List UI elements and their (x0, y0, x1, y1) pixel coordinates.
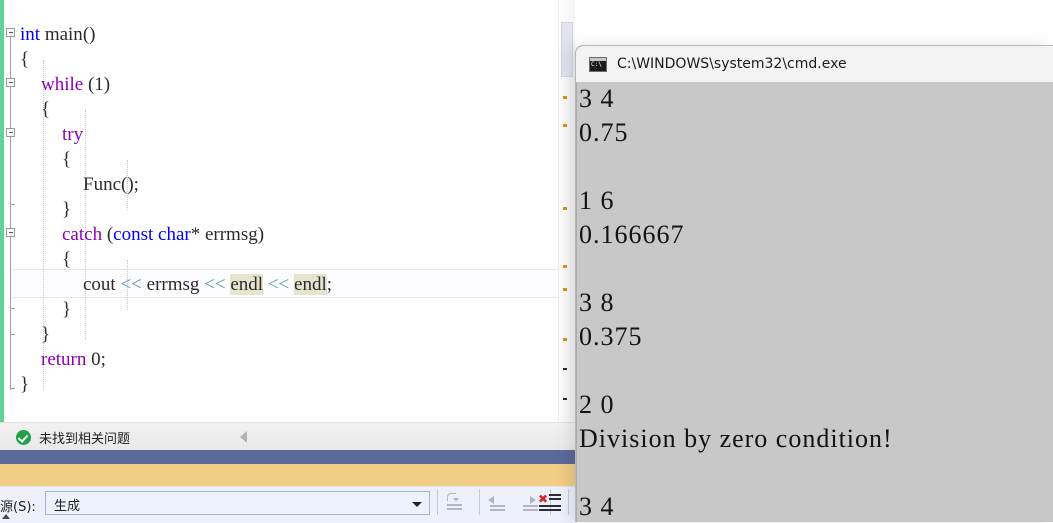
code-line[interactable]: { (41, 97, 50, 122)
line-glyphs (490, 505, 505, 513)
left-triangle-icon[interactable] (240, 431, 247, 443)
error-list-status-bar: 未找到相关问题 (0, 422, 575, 451)
code-token: { (62, 149, 72, 170)
previous-error-button[interactable] (484, 488, 512, 516)
scrollbar-marker (563, 288, 567, 291)
arrow-left-icon (488, 496, 494, 504)
code-token: endl (230, 274, 264, 295)
code-token: } (20, 374, 30, 395)
code-line[interactable]: } (62, 297, 71, 322)
show-output-from-build-button[interactable] (441, 488, 469, 516)
code-token: ( (83, 74, 95, 95)
code-token: ; (100, 349, 106, 370)
editor-vertical-scrollbar[interactable] (558, 0, 575, 422)
scrollbar-marker (563, 338, 567, 341)
code-line[interactable]: } (62, 197, 71, 222)
code-token: ) (103, 74, 111, 95)
code-token: try (62, 124, 84, 145)
cmd-title-bar[interactable]: C:\WINDOWS\system32\cmd.exe (576, 46, 1053, 83)
code-token: main (40, 24, 83, 45)
cmd-window-title: C:\WINDOWS\system32\cmd.exe (617, 56, 847, 72)
console-output-line: 0.375 (579, 322, 643, 351)
code-editor-surface[interactable]: int main(){while (1){try{Func();} catch (… (0, 0, 575, 422)
code-token: << (120, 274, 142, 295)
code-token: int (20, 24, 41, 45)
code-token: endl (294, 274, 327, 295)
code-token: while (41, 74, 84, 95)
code-token: { (41, 99, 51, 120)
code-line[interactable]: { (62, 147, 71, 172)
code-token: errmsg (141, 274, 205, 295)
red-x-icon: ✖ (538, 492, 549, 506)
code-line[interactable]: catch (const char* errmsg) (62, 222, 264, 247)
code-token: ( (102, 224, 114, 245)
code-token: (); (121, 174, 139, 195)
cmd-console-window[interactable]: C:\WINDOWS\system32\cmd.exe 3 4 0.75 1 6 0.… (575, 45, 1053, 522)
code-line[interactable]: { (20, 47, 29, 72)
source-dropdown[interactable]: 生成 (45, 491, 430, 515)
code-token: { (62, 249, 72, 270)
jump-to-line-icon (447, 493, 459, 502)
code-line[interactable]: cout << errmsg << endl << endl; (83, 272, 332, 297)
resize-caret-icon (2, 514, 10, 519)
clear-error-list-button[interactable]: ✖ (535, 488, 563, 516)
status-band-amber (0, 464, 575, 486)
line-glyphs (447, 504, 462, 512)
scrollbar-marker (563, 265, 567, 268)
console-output-line: 3 8 (579, 288, 615, 317)
code-token: 0 (91, 349, 101, 370)
scrollbar-marker (563, 368, 567, 370)
toolbar-separator (437, 489, 438, 515)
chevron-down-icon[interactable] (412, 502, 422, 507)
code-line[interactable]: Func(); (83, 172, 139, 197)
error-list-status-text: 未找到相关问题 (39, 431, 131, 447)
code-line[interactable]: return 0; (41, 347, 106, 372)
status-band-blue (0, 450, 575, 464)
console-output-line: 1 6 (579, 186, 615, 215)
cmd-console-output[interactable]: 3 4 0.75 1 6 0.166667 3 8 0.375 2 0 Division by… (576, 82, 1053, 522)
cmd-exe-icon (589, 56, 607, 72)
code-token: } (62, 199, 72, 220)
code-token: { (20, 49, 30, 70)
code-token: << (204, 274, 226, 295)
scrollbar-marker (563, 207, 567, 210)
toolbar-separator (568, 489, 569, 515)
source-label: 源(S): (0, 500, 36, 515)
code-line[interactable]: { (62, 247, 71, 272)
scrollbar-thumb[interactable] (561, 22, 573, 77)
code-token: char (158, 224, 191, 245)
line-glyphs (549, 494, 561, 502)
console-output-line: Division by zero condition! (579, 424, 893, 453)
code-token: << (267, 274, 290, 295)
scrollbar-marker (563, 124, 567, 127)
code-token: ; (326, 274, 333, 295)
line-glyphs (539, 505, 561, 513)
source-dropdown-value: 生成 (54, 499, 81, 514)
code-token: Func (83, 174, 121, 195)
console-output-line: 0.75 (579, 118, 629, 147)
code-token: 1 (94, 74, 104, 95)
code-token: const (113, 224, 154, 245)
code-line[interactable]: try (62, 122, 83, 147)
code-line[interactable]: } (20, 372, 29, 397)
scrollbar-marker (563, 398, 567, 400)
code-token: } (62, 299, 72, 320)
code-token: cout (83, 274, 121, 295)
console-output-line: 2 0 (579, 390, 615, 419)
console-output-line: 0.166667 (579, 220, 685, 249)
code-token: () (82, 24, 96, 45)
code-line[interactable]: while (1) (41, 72, 110, 97)
scrollbar-marker (563, 96, 567, 99)
code-token: } (41, 324, 51, 345)
console-output-line: 3 4 (579, 84, 615, 113)
code-token: * errmsg) (190, 224, 265, 245)
code-line[interactable]: } (41, 322, 50, 347)
code-line[interactable]: int main() (20, 22, 95, 47)
code-token: return (41, 349, 87, 370)
code-token: catch (62, 224, 103, 245)
toolbar-separator (479, 489, 480, 515)
console-output-line: 3 4 (579, 492, 615, 521)
green-check-circle-icon (16, 429, 31, 445)
